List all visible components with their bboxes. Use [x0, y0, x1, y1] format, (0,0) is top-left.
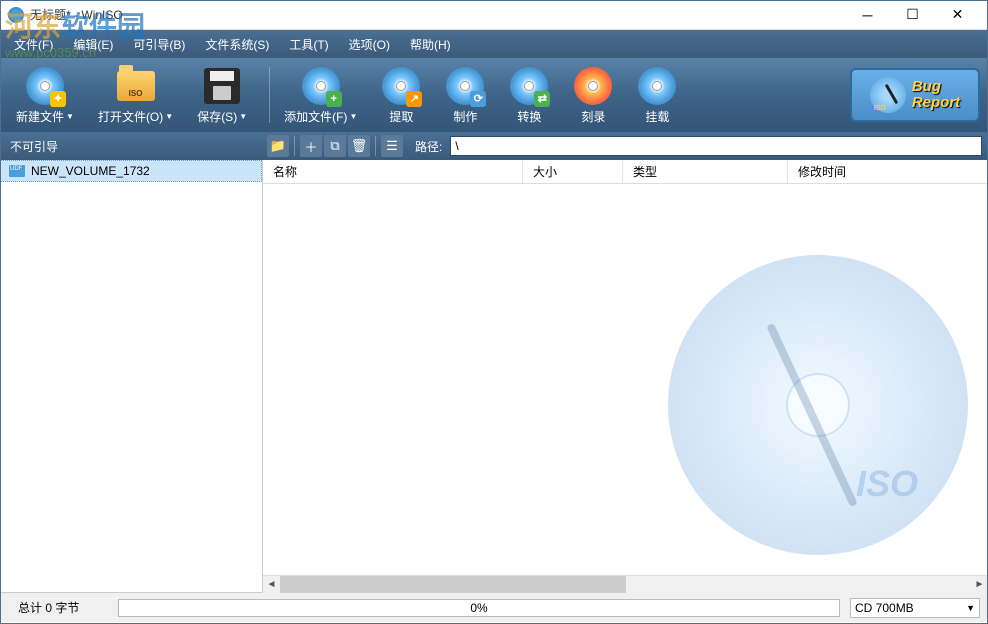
make-icon: ⟳ — [445, 66, 485, 106]
menu-file[interactable]: 文件(F) — [4, 32, 63, 57]
menu-filesystem[interactable]: 文件系统(S) — [195, 32, 279, 57]
menu-edit[interactable]: 编辑(E) — [63, 32, 123, 57]
disc-type-label: CD 700MB — [855, 601, 914, 615]
progress-bar: 0% — [118, 599, 840, 617]
mount-button[interactable]: 挂载 — [629, 62, 685, 129]
chevron-down-icon: ▼ — [66, 112, 74, 121]
path-input[interactable] — [450, 136, 982, 156]
save-icon — [202, 66, 242, 106]
chevron-down-icon: ▼ — [966, 603, 975, 613]
properties-button[interactable]: ☰ — [381, 135, 403, 157]
bug-report-label: BugReport — [912, 79, 960, 112]
column-name[interactable]: 名称 — [263, 160, 523, 183]
main-content: NEW_VOLUME_1732 名称 大小 类型 修改时间 ISO ◄ ► — [0, 160, 988, 592]
app-icon — [8, 7, 24, 23]
rename-button[interactable]: ⧉ — [324, 135, 346, 157]
scroll-right-arrow[interactable]: ► — [971, 576, 988, 593]
column-headers: 名称 大小 类型 修改时间 — [263, 160, 988, 184]
bug-report-button[interactable]: ISO BugReport — [850, 68, 980, 122]
volume-icon — [9, 165, 25, 177]
scroll-left-arrow[interactable]: ◄ — [263, 576, 280, 593]
open-file-icon: ISO — [116, 66, 156, 106]
tree-panel: NEW_VOLUME_1732 — [0, 160, 263, 592]
scroll-thumb[interactable] — [280, 576, 626, 593]
menubar: 文件(F) 编辑(E) 可引导(B) 文件系统(S) 工具(T) 选项(O) 帮… — [0, 30, 988, 58]
column-size[interactable]: 大小 — [523, 160, 623, 183]
menu-tools[interactable]: 工具(T) — [279, 32, 338, 57]
window-title: 无标题* - WinISO — [30, 6, 845, 23]
status-total-size: 总计 0 字节 — [8, 599, 108, 616]
add-files-icon: + — [301, 66, 341, 106]
progress-text: 0% — [119, 601, 839, 615]
tree-root-item[interactable]: NEW_VOLUME_1732 — [0, 160, 262, 182]
path-label: 路径: — [407, 138, 450, 155]
make-button[interactable]: ⟳ 制作 — [437, 62, 493, 129]
column-mtime[interactable]: 修改时间 — [788, 160, 988, 183]
separator — [375, 136, 376, 156]
tree-root-label: NEW_VOLUME_1732 — [31, 164, 150, 178]
file-list-body[interactable]: ISO — [263, 184, 988, 575]
convert-icon: ⇄ — [509, 66, 549, 106]
chevron-down-icon: ▼ — [349, 112, 357, 121]
close-button[interactable]: ✕ — [935, 1, 980, 29]
delete-button[interactable]: 🗑 — [348, 135, 370, 157]
column-type[interactable]: 类型 — [623, 160, 788, 183]
new-file-icon: ✦ — [25, 66, 65, 106]
toolbar-separator — [269, 67, 270, 123]
disc-type-selector[interactable]: CD 700MB ▼ — [850, 598, 980, 618]
titlebar: 无标题* - WinISO ─ ☐ ✕ — [0, 0, 988, 30]
toolbar: ✦ 新建文件▼ ISO 打开文件(O)▼ 保存(S)▼ + 添加文件(F)▼ ↗… — [0, 58, 988, 132]
extract-icon: ↗ — [381, 66, 421, 106]
new-file-button[interactable]: ✦ 新建文件▼ — [8, 62, 82, 129]
up-folder-button[interactable]: 📁 — [267, 135, 289, 157]
menu-options[interactable]: 选项(O) — [339, 32, 400, 57]
boot-status-label: 不可引导 — [0, 132, 263, 160]
background-watermark-disc: ISO — [668, 255, 968, 555]
burn-button[interactable]: 刻录 — [565, 62, 621, 129]
minimize-button[interactable]: ─ — [845, 1, 890, 29]
statusbar: 总计 0 字节 0% CD 700MB ▼ — [0, 592, 988, 622]
chevron-down-icon: ▼ — [239, 112, 247, 121]
new-folder-button[interactable]: ＋ — [300, 135, 322, 157]
separator — [294, 136, 295, 156]
burn-icon — [573, 66, 613, 106]
add-files-button[interactable]: + 添加文件(F)▼ — [276, 62, 365, 129]
extract-button[interactable]: ↗ 提取 — [373, 62, 429, 129]
maximize-button[interactable]: ☐ — [890, 1, 935, 29]
horizontal-scrollbar[interactable]: ◄ ► — [263, 575, 988, 592]
bug-report-icon: ISO — [870, 77, 906, 113]
chevron-down-icon: ▼ — [165, 112, 173, 121]
menu-boot[interactable]: 可引导(B) — [123, 32, 195, 57]
mount-icon — [637, 66, 677, 106]
convert-button[interactable]: ⇄ 转换 — [501, 62, 557, 129]
save-button[interactable]: 保存(S)▼ — [189, 62, 255, 129]
secondary-toolbar: 不可引导 📁 ＋ ⧉ 🗑 ☰ 路径: — [0, 132, 988, 160]
menu-help[interactable]: 帮助(H) — [400, 32, 461, 57]
open-file-button[interactable]: ISO 打开文件(O)▼ — [90, 62, 181, 129]
file-list-panel: 名称 大小 类型 修改时间 ISO ◄ ► — [263, 160, 988, 592]
